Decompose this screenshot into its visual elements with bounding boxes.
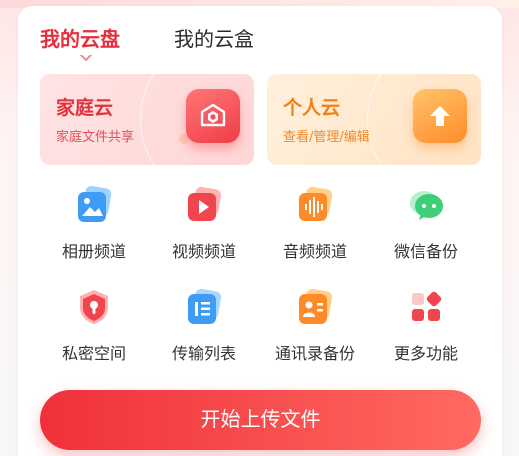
wechat-icon bbox=[410, 191, 443, 220]
personal-cloud-title: 个人云 bbox=[283, 97, 341, 119]
personal-cloud-subtitle: 查看/管理/编辑 bbox=[283, 130, 370, 145]
video-play-icon bbox=[188, 186, 222, 221]
contacts-icon bbox=[299, 288, 333, 324]
grid-label: 视频频道 bbox=[171, 242, 236, 261]
grid-label: 私密空间 bbox=[61, 344, 126, 363]
start-upload-button[interactable]: 开始上传文件 bbox=[40, 390, 481, 450]
upload-arrow-icon bbox=[413, 89, 467, 143]
grid-label: 更多功能 bbox=[393, 344, 458, 363]
tab-my-cloud-box[interactable]: 我的云盒 bbox=[174, 26, 254, 52]
home-box-icon bbox=[186, 89, 240, 143]
family-cloud-title: 家庭云 bbox=[56, 97, 114, 119]
grid-label: 相册频道 bbox=[61, 242, 126, 261]
tab-indicator-icon bbox=[80, 55, 92, 61]
grid-label: 通讯录备份 bbox=[274, 344, 355, 363]
tab-my-cloud-disk[interactable]: 我的云盘 bbox=[40, 26, 120, 52]
personal-cloud-card[interactable]: 个人云 查看/管理/编辑 bbox=[267, 74, 481, 165]
grid-item-transfer[interactable]: 传输列表 bbox=[154, 288, 254, 368]
family-cloud-card[interactable]: 家庭云 家庭文件共享 bbox=[40, 74, 254, 165]
grid-item-photo[interactable]: 相册频道 bbox=[44, 186, 144, 266]
grid-item-more[interactable]: 更多功能 bbox=[376, 288, 476, 368]
grid-item-video[interactable]: 视频频道 bbox=[154, 186, 254, 266]
grid-label: 微信备份 bbox=[393, 242, 458, 261]
family-cloud-subtitle: 家庭文件共享 bbox=[56, 130, 135, 145]
grid-label: 音频频道 bbox=[282, 242, 347, 261]
privacy-shield-icon bbox=[80, 290, 108, 324]
grid-item-audio[interactable]: 音频频道 bbox=[265, 186, 365, 266]
transfer-list-icon bbox=[188, 288, 222, 324]
grid-label: 传输列表 bbox=[171, 344, 236, 363]
grid-item-private[interactable]: 私密空间 bbox=[44, 288, 144, 368]
grid-item-wechat[interactable]: 微信备份 bbox=[376, 186, 476, 266]
grid-item-contacts[interactable]: 通讯录备份 bbox=[265, 288, 365, 368]
photo-album-icon bbox=[78, 186, 112, 222]
cloud-panel: 我的云盘 我的云盒 家庭云 家庭文件共享 个人云 查看/管理/编辑 相册频道 视… bbox=[18, 6, 502, 456]
more-grid-icon bbox=[412, 291, 442, 321]
audio-wave-icon bbox=[299, 186, 333, 221]
